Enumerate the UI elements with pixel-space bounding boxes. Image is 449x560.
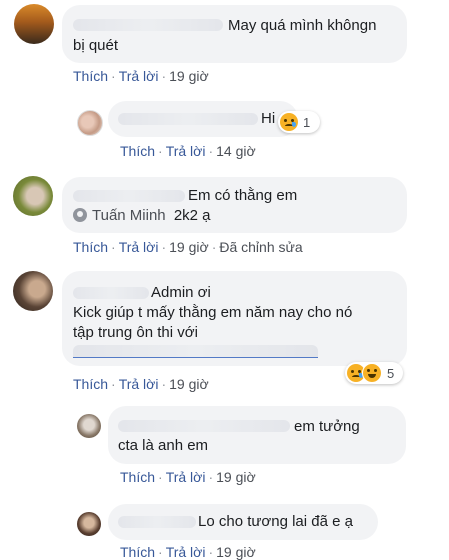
timestamp[interactable]: 19 giờ	[169, 239, 209, 255]
tag-user-icon	[73, 208, 87, 222]
comment-bubble: May quá mình khôngn bị quét	[62, 5, 407, 63]
reaction-summary[interactable]: 1	[278, 111, 320, 133]
tagged-name[interactable]: Tuấn Miinh	[92, 207, 166, 224]
haha-reaction-icon	[362, 363, 382, 383]
like-link[interactable]: Thích	[120, 143, 155, 159]
comment-bubble: em tưởng cta là anh em	[108, 406, 406, 464]
comment-actions: Thích · Trả lời · 19 giờ	[73, 376, 209, 392]
reply-link[interactable]: Trả lời	[166, 143, 206, 159]
redacted-mention	[73, 345, 318, 358]
comment-text: Admin ơi	[151, 284, 211, 301]
edited-label[interactable]: Đã chỉnh sửa	[219, 239, 302, 255]
comment-bubble: Lo cho tương lai đã e ạ	[108, 504, 378, 540]
comment-actions: Thích · Trả lời · 19 giờ	[120, 469, 256, 485]
comment-bubble: Admin ơi Kick giúp t mấy thằng em năm na…	[62, 271, 407, 366]
comment-text: Kick giúp t mấy thằng em năm nay cho nó	[73, 304, 353, 321]
comment-text: Lo cho tương lai đã e ạ	[198, 513, 353, 530]
redacted-name	[73, 190, 185, 202]
redacted-name	[73, 19, 223, 31]
comment-text: Em có thằng em	[188, 187, 298, 204]
like-link[interactable]: Thích	[73, 68, 108, 84]
avatar[interactable]	[77, 512, 101, 536]
timestamp[interactable]: 19 giờ	[216, 469, 256, 485]
comment-actions: Thích · Trả lời · 14 giờ	[120, 143, 256, 159]
reaction-summary[interactable]: 5	[345, 362, 403, 384]
reply-link[interactable]: Trả lời	[119, 68, 159, 84]
avatar[interactable]	[13, 271, 53, 311]
avatar[interactable]	[77, 110, 103, 136]
comment-bubble: Em có thằng em Tuấn Miinh 2k2 ạ	[62, 177, 407, 233]
sad-reaction-icon	[280, 113, 298, 131]
reaction-count: 1	[303, 114, 311, 130]
tagged-mention: Tuấn Miinh 2k2 ạ	[73, 206, 211, 226]
comment-text: bị quét	[73, 37, 119, 54]
redacted-name	[73, 287, 149, 299]
timestamp[interactable]: 19 giờ	[169, 376, 209, 392]
timestamp[interactable]: 19 giờ	[169, 68, 209, 84]
like-link[interactable]: Thích	[73, 239, 108, 255]
comment-text: May quá mình khôngn	[228, 17, 377, 34]
comment-actions: Thích · Trả lời · 19 giờ	[73, 68, 209, 84]
avatar[interactable]	[13, 176, 53, 216]
reply-link[interactable]: Trả lời	[119, 376, 159, 392]
like-link[interactable]: Thích	[120, 469, 155, 485]
avatar[interactable]	[77, 414, 101, 438]
reply-link[interactable]: Trả lời	[166, 469, 206, 485]
comment-text: tập trung ôn thi với	[73, 324, 198, 341]
avatar[interactable]	[14, 4, 54, 44]
redacted-name	[118, 420, 290, 432]
reaction-count: 5	[387, 365, 395, 381]
comment-text: em tưởng	[294, 418, 360, 435]
redacted-name	[118, 113, 258, 125]
comment-text: 2k2 ạ	[173, 207, 211, 224]
comment-text: Hi	[261, 110, 276, 127]
comment-bubble: Hi	[108, 101, 298, 137]
timestamp[interactable]: 14 giờ	[216, 143, 256, 159]
redacted-name	[118, 516, 196, 528]
like-link[interactable]: Thích	[73, 376, 108, 392]
comment-actions: Thích · Trả lời · 19 giờ · Đã chỉnh sửa	[73, 239, 303, 255]
reply-link[interactable]: Trả lời	[119, 239, 159, 255]
comment-text: cta là anh em	[118, 437, 209, 454]
